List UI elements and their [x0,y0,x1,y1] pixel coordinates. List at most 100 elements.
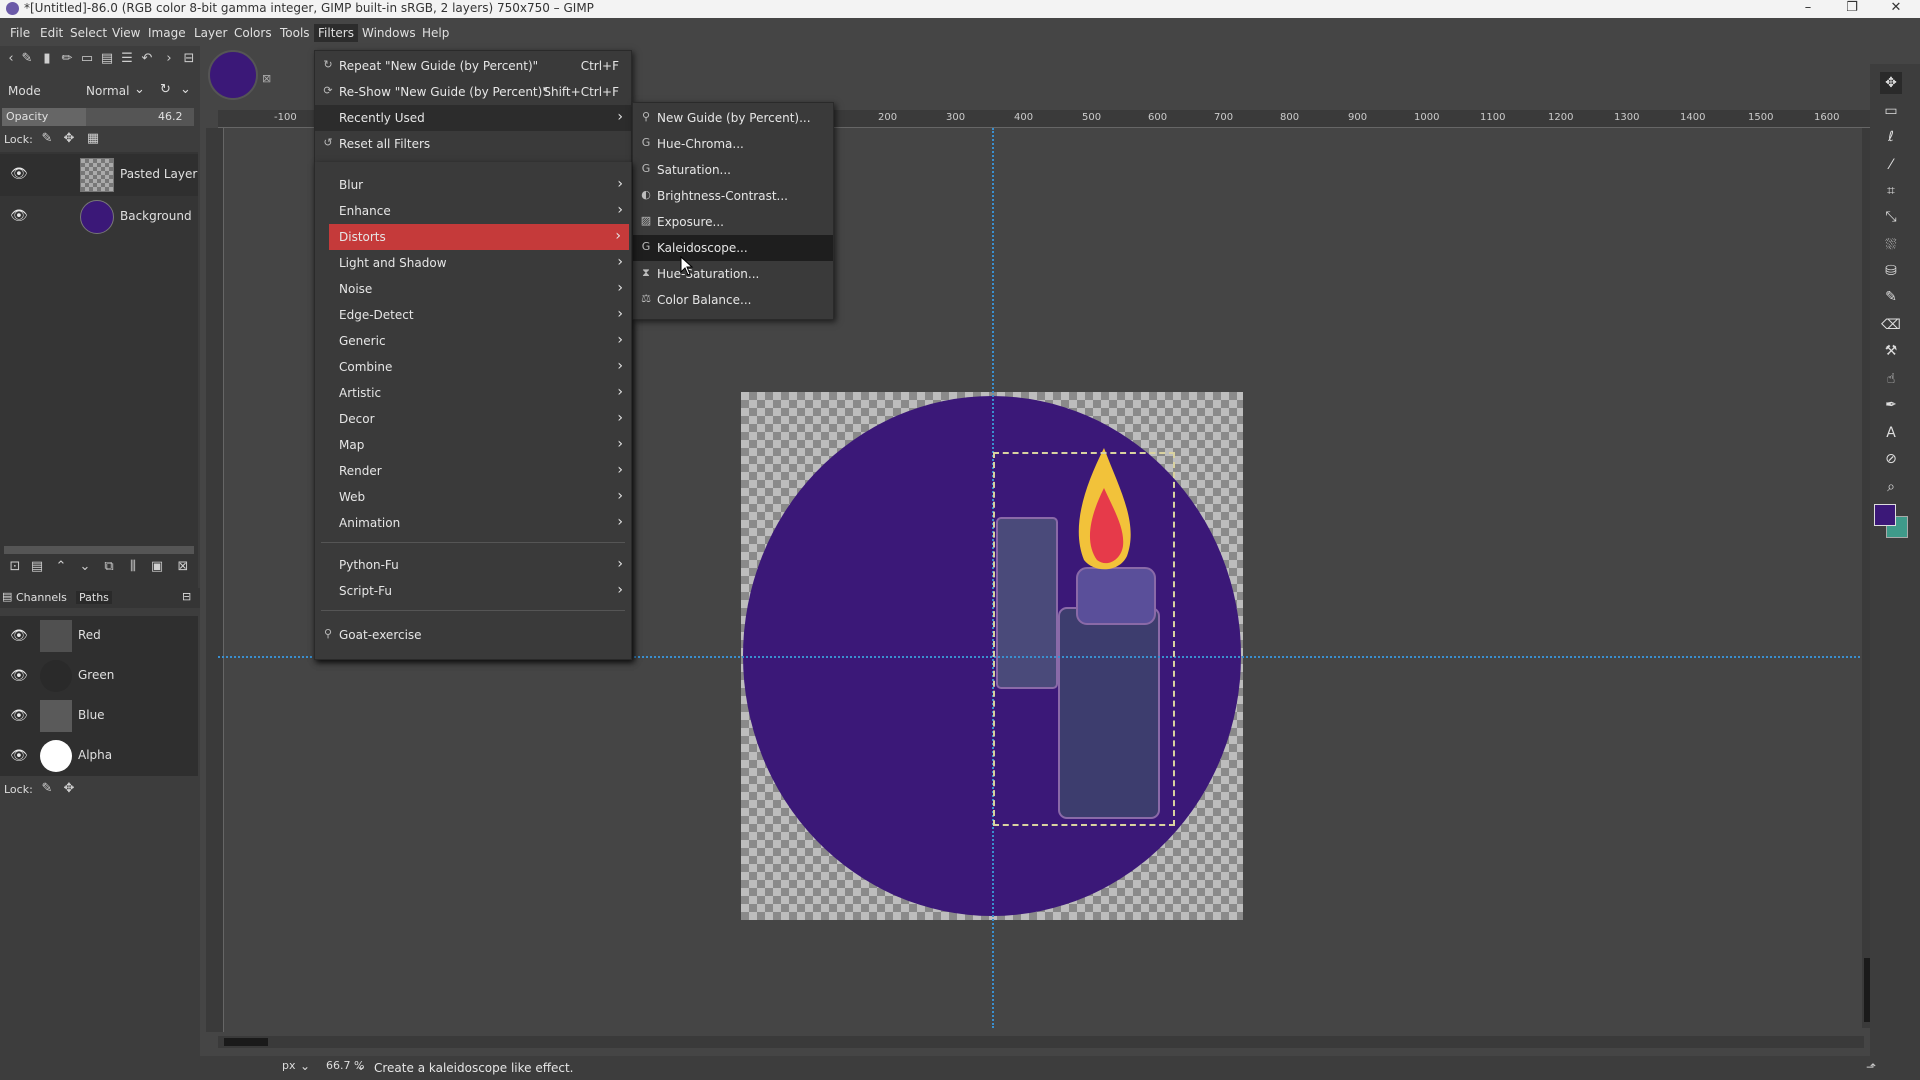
clone-icon[interactable]: ⚒ [1880,340,1902,362]
menu-item-web[interactable]: Web › [315,484,631,510]
chevron-down-icon[interactable]: ⌄ [356,1059,366,1077]
raise-layer-icon[interactable]: ⌃ [52,558,70,576]
eye-icon[interactable]: 👁 [10,208,28,224]
new-layer-group-icon[interactable]: ⊡ [6,558,24,576]
submenu-item[interactable]: ⚖ Color Balance... [633,287,833,313]
menu-item-blur[interactable]: Blur › [315,172,631,198]
channels-tab-icon[interactable]: ▤ [2,590,12,603]
submenu-item[interactable]: ⧗ Hue-Saturation... [633,261,833,287]
channel-row[interactable]: 👁 Green [0,656,198,696]
chevron-down-icon[interactable]: ⌄ [134,82,145,97]
channel-row[interactable]: 👁 Blue [0,696,198,736]
opacity-slider[interactable]: Opacity 46.2 [2,108,194,126]
scroll-thumb[interactable] [224,1038,268,1046]
menu-item-artistic[interactable]: Artistic › [315,380,631,406]
menu-file[interactable]: File [6,24,34,42]
submenu-item[interactable]: ⚲ New Guide (by Percent)... [633,105,833,131]
lock-position-icon[interactable]: ✥ [60,130,78,148]
menu-item-python-fu[interactable]: Python-Fu › [315,552,631,578]
paintbrush-icon[interactable]: ✎ [1880,286,1902,308]
menu-item-edge-detect[interactable]: Edge-Detect › [315,302,631,328]
unified-transform-icon[interactable]: ⤡ [1880,206,1902,228]
menu-select[interactable]: Select [66,24,111,42]
delete-layer-icon[interactable]: ⊠ [174,558,192,576]
printer-icon[interactable]: ▤ [98,50,116,68]
horizontal-scrollbar[interactable] [218,1036,1864,1048]
menu-item-goat-exercise[interactable]: ⚲ Goat-exercise [315,622,631,648]
menu-layer[interactable]: Layer [190,24,231,42]
menu-item-animation[interactable]: Animation › [315,510,631,536]
layer-row[interactable]: 👁 Background [0,196,198,238]
menu-view[interactable]: View [108,24,144,42]
fuzzy-select-icon[interactable]: ⁄ [1880,154,1902,176]
channel-row[interactable]: 👁 Red [0,616,198,656]
dock-menu-icon[interactable]: ⊟ [180,50,198,68]
unit-select[interactable]: px [282,1059,296,1077]
restore-icon[interactable]: ❐ [1830,0,1874,18]
minimize-icon[interactable]: – [1786,0,1830,18]
lock-pixels-icon[interactable]: ✎ [38,780,56,798]
tab-paths[interactable]: Paths [76,591,112,604]
eye-icon[interactable]: 👁 [10,668,28,684]
menu-item-generic[interactable]: Generic › [315,328,631,354]
lock-alpha-icon[interactable]: ▦ [84,130,102,148]
chevron-right-icon[interactable]: › [160,50,178,68]
channel-row[interactable]: 👁 Alpha [0,736,198,776]
menu-item-noise[interactable]: Noise › [315,276,631,302]
menu-edit[interactable]: Edit [36,24,67,42]
undo-icon[interactable]: ↶ [138,50,156,68]
menu-item-combine[interactable]: Combine › [315,354,631,380]
menu-item-script-fu[interactable]: Script-Fu › [315,578,631,604]
submenu-item[interactable]: ▨ Exposure... [633,209,833,235]
submenu-item[interactable]: G Saturation... [633,157,833,183]
menu-item-recently-used[interactable]: Recently Used › [315,105,631,131]
close-image-icon[interactable]: ⊠ [262,72,271,85]
new-layer-icon[interactable]: ▤ [28,558,46,576]
zoom-icon[interactable]: ⌕ [1880,476,1902,498]
menu-help[interactable]: Help [418,24,453,42]
chevron-down-icon[interactable]: ⌄ [300,1059,310,1077]
submenu-item[interactable]: ◐ Brightness-Contrast... [633,183,833,209]
image-thumbnail[interactable] [208,50,258,100]
layers-scrollbar[interactable] [4,546,194,554]
menu-item-enhance[interactable]: Enhance › [315,198,631,224]
close-icon[interactable]: ✕ [1874,0,1918,18]
eraser-icon[interactable]: ⌫ [1880,314,1902,336]
text-tool-icon[interactable]: A [1880,422,1902,444]
color-picker-icon[interactable]: ⊘ [1880,448,1902,470]
menu-item-light-shadow[interactable]: Light and Shadow › [315,250,631,276]
menu-colors[interactable]: Colors [230,24,276,42]
document-icon[interactable]: ▭ [78,50,96,68]
menu-item-reset-filters[interactable]: ↺ Reset all Filters [315,131,631,157]
menu-item-map[interactable]: Map › [315,432,631,458]
menu-tools[interactable]: Tools [276,24,314,42]
layers-tab-icon[interactable]: ☰ [118,50,136,68]
pattern-icon[interactable]: ▮ [38,50,56,68]
reset-mode-icon[interactable]: ↻ [160,82,171,97]
navigate-icon[interactable]: ⬏ [1866,1060,1876,1074]
menu-filters[interactable]: Filters [314,24,358,42]
chevron-down-icon[interactable]: ⌄ [180,82,191,97]
mask-icon[interactable]: ▣ [148,558,166,576]
lower-layer-icon[interactable]: ⌄ [76,558,94,576]
rect-select-icon[interactable]: ▭ [1880,100,1902,122]
eye-icon[interactable]: 👁 [10,748,28,764]
duplicate-layer-icon[interactable]: ⧉ [100,558,118,576]
smudge-icon[interactable]: ☝ [1880,368,1902,390]
warp-icon[interactable]: ⛆ [1880,234,1902,256]
menu-item-render[interactable]: Render › [315,458,631,484]
paths-icon[interactable]: ✒ [1880,394,1902,416]
menu-item-reshow[interactable]: ⟳ Re-Show "New Guide (by Percent)" Shift… [315,79,631,105]
move-tool-icon[interactable]: ✥ [1880,72,1902,94]
dock-menu-icon[interactable]: ⊟ [182,590,191,603]
submenu-item[interactable]: G Hue-Chroma... [633,131,833,157]
lasso-icon[interactable]: ℓ [1880,126,1902,148]
menu-item-distorts[interactable]: Distorts › [329,224,629,250]
eye-icon[interactable]: 👁 [10,166,28,182]
pencil-icon[interactable]: ✏ [58,50,76,68]
tab-channels[interactable]: Channels [16,591,67,604]
mode-select[interactable]: Normal [86,84,129,98]
menu-windows[interactable]: Windows [358,24,420,42]
eye-icon[interactable]: 👁 [10,708,28,724]
submenu-item-kaleidoscope[interactable]: G Kaleidoscope... [633,235,833,261]
